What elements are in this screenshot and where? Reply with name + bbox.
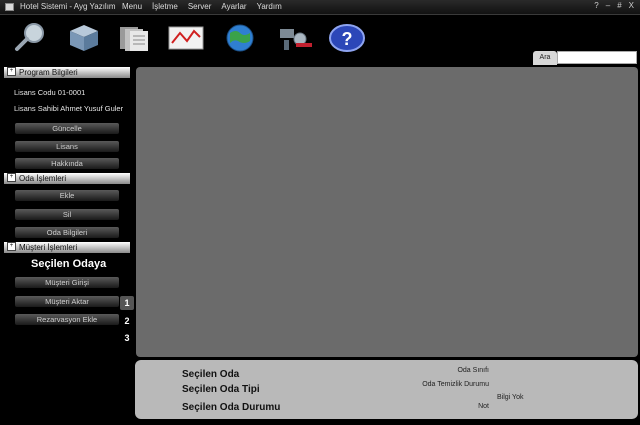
documents-icon bbox=[120, 27, 148, 51]
page-button-2[interactable]: 2 bbox=[120, 314, 134, 328]
cleaning-status-label: Oda Temizlik Durumu bbox=[422, 381, 489, 388]
close-button[interactable]: X bbox=[629, 1, 634, 10]
room-info-button[interactable]: Oda Bilgileri bbox=[15, 227, 119, 238]
window-controls: ? – # X bbox=[594, 1, 634, 10]
chart-icon bbox=[168, 26, 204, 50]
license-button[interactable]: Lisans bbox=[15, 141, 119, 152]
page-button-1[interactable]: 1 bbox=[120, 296, 134, 310]
globe-icon bbox=[226, 24, 254, 52]
menu-item-server[interactable]: Server bbox=[188, 2, 212, 11]
about-button[interactable]: Hakkında bbox=[15, 158, 119, 169]
customer-operations-header[interactable]: + Müşteri İşlemleri bbox=[4, 242, 130, 253]
menu-item-isletme[interactable]: İşletme bbox=[152, 2, 178, 11]
room-details-panel: Seçilen Oda Seçilen Oda Tipi Seçilen Oda… bbox=[135, 360, 638, 419]
license-code-text: Lisans Codu 01-0001 bbox=[14, 88, 86, 97]
cube-icon bbox=[70, 25, 98, 51]
no-info-text: Bilgi Yok bbox=[497, 394, 524, 401]
menu-item-menu[interactable]: Menu bbox=[122, 2, 142, 11]
rooms-tool-button[interactable] bbox=[62, 19, 102, 55]
note-label: Not bbox=[478, 403, 489, 410]
menu-item-ayarlar[interactable]: Ayarlar bbox=[221, 2, 246, 11]
selected-room-heading: Seçilen Odaya bbox=[31, 258, 107, 270]
selected-room-label: Seçilen Oda bbox=[182, 369, 240, 380]
tools-icon bbox=[280, 29, 312, 50]
menu-item-yardim[interactable]: Yardım bbox=[257, 2, 282, 11]
selected-room-status-label: Seçilen Oda Durumu bbox=[182, 402, 281, 413]
program-info-header[interactable]: + Program Bilgileri bbox=[4, 67, 130, 78]
menu-bar: Menu İşletme Server Ayarlar Yardım bbox=[122, 2, 282, 11]
expand-icon: + bbox=[7, 173, 16, 183]
add-reservation-button[interactable]: Rezarvasyon Ekle bbox=[15, 314, 119, 325]
help-tool-button[interactable]: ? bbox=[327, 19, 367, 55]
title-bar: Hotel Sistemi - Ayg Yazılım Menu İşletme… bbox=[0, 0, 640, 15]
network-tool-button[interactable] bbox=[220, 19, 260, 55]
help-window-button[interactable]: ? bbox=[594, 1, 598, 10]
settings-tool-button[interactable] bbox=[276, 19, 316, 55]
minimize-button[interactable]: – bbox=[606, 1, 610, 10]
license-owner-text: Lisans Sahibi Ahmet Yusuf Guler bbox=[14, 104, 124, 113]
search-tool-button[interactable] bbox=[10, 19, 50, 55]
maximize-button[interactable]: # bbox=[617, 1, 621, 10]
update-button[interactable]: Güncelle bbox=[15, 123, 119, 134]
page-button-3[interactable]: 3 bbox=[120, 331, 134, 345]
search-label-tab: Ara bbox=[533, 51, 557, 65]
delete-room-button[interactable]: Sil bbox=[15, 209, 119, 220]
room-grid-panel[interactable] bbox=[136, 67, 638, 357]
customer-transfer-button[interactable]: Müşteri Aktar bbox=[15, 296, 119, 307]
expand-icon: + bbox=[7, 242, 16, 252]
reports-tool-button[interactable] bbox=[166, 19, 206, 55]
add-room-button[interactable]: Ekle bbox=[15, 190, 119, 201]
window-title: Hotel Sistemi - Ayg Yazılım bbox=[20, 2, 116, 11]
room-class-label: Oda Sınıfı bbox=[457, 367, 489, 374]
selected-room-type-label: Seçilen Oda Tipi bbox=[182, 384, 260, 395]
svg-text:?: ? bbox=[342, 29, 353, 49]
customer-checkin-button[interactable]: Müşteri Girişi bbox=[15, 277, 119, 288]
room-operations-header[interactable]: + Oda İşlemleri bbox=[4, 173, 130, 184]
expand-icon: + bbox=[7, 67, 16, 77]
search-input[interactable] bbox=[557, 51, 637, 64]
magnifier-icon bbox=[15, 23, 44, 51]
help-icon: ? bbox=[329, 24, 365, 52]
app-icon bbox=[5, 3, 14, 11]
sidebar: + Program Bilgileri Lisans Codu 01-0001 L… bbox=[0, 67, 135, 347]
documents-tool-button[interactable] bbox=[114, 19, 154, 55]
